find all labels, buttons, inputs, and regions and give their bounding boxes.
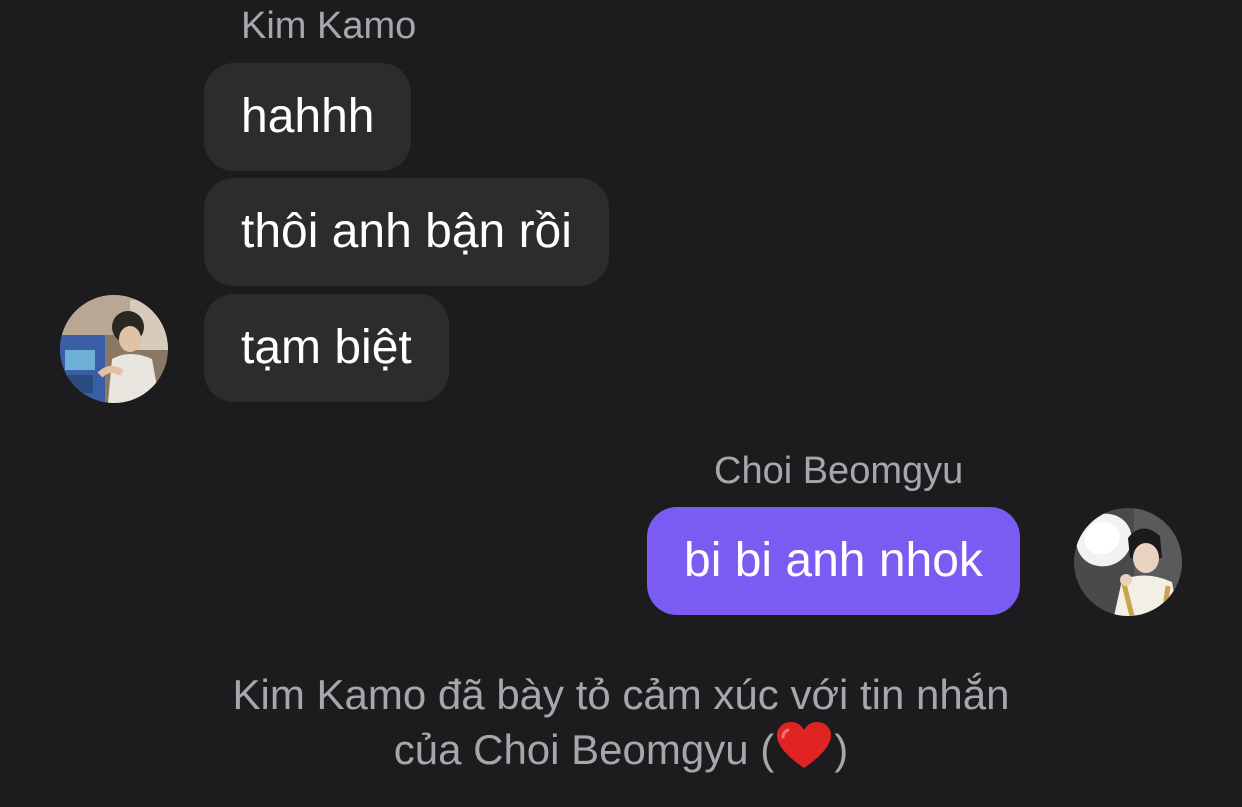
reaction-notice-line1: Kim Kamo đã bày tỏ cảm xúc với tin nhắn xyxy=(232,671,1010,718)
reaction-notice-prefix: của Choi Beomgyu ( xyxy=(393,726,775,773)
chat-thread: Kim Kamo hahhh thôi anh bận rồi tạm biệt… xyxy=(0,0,1242,807)
message-text: bi bi anh nhok xyxy=(684,534,983,587)
message-bubble-incoming[interactable]: thôi anh bận rồi xyxy=(204,178,609,286)
reaction-notice-suffix: ) xyxy=(834,726,849,773)
avatar-choi-beomgyu[interactable] xyxy=(1074,508,1182,616)
heart-icon xyxy=(776,722,832,783)
message-bubble-outgoing[interactable]: bi bi anh nhok xyxy=(647,507,1020,615)
avatar-kim-kamo[interactable] xyxy=(60,295,168,403)
reaction-notice-line2: của Choi Beomgyu () xyxy=(120,722,1122,783)
message-bubble-incoming[interactable]: hahhh xyxy=(204,63,412,171)
message-text: thôi anh bận rồi xyxy=(241,205,572,258)
message-bubble-incoming[interactable]: tạm biệt xyxy=(204,294,449,402)
profile-photo-hat-icon xyxy=(1074,508,1182,616)
sender-name-incoming: Kim Kamo xyxy=(241,5,417,47)
reaction-notice: Kim Kamo đã bày tỏ cảm xúc với tin nhắn … xyxy=(120,667,1122,783)
message-text: tạm biệt xyxy=(241,321,412,374)
sender-name-outgoing: Choi Beomgyu xyxy=(714,450,964,492)
message-text: hahhh xyxy=(241,90,375,143)
profile-photo-painting-icon xyxy=(60,295,168,403)
